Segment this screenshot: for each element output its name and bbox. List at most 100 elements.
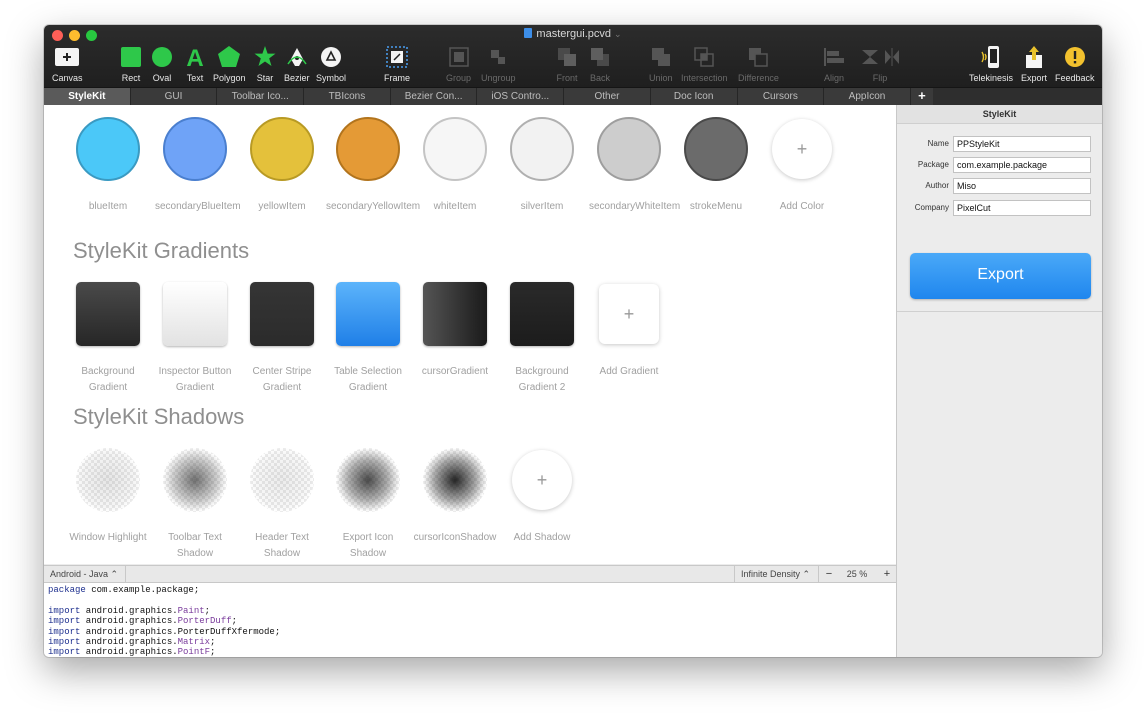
- back-tool[interactable]: Back: [589, 45, 611, 83]
- align-icon: [824, 47, 844, 66]
- export-toolbar-button[interactable]: Export: [1021, 45, 1047, 83]
- symbol-icon: [321, 46, 341, 67]
- warning-icon: [1064, 46, 1085, 67]
- color-swatch[interactable]: [597, 117, 661, 181]
- gradient-swatch[interactable]: [510, 282, 574, 346]
- gradient-label: Table Selection Gradient: [334, 366, 402, 393]
- union-icon: [651, 47, 670, 66]
- color-label: secondaryBlueItem: [155, 201, 241, 212]
- gradient-swatch[interactable]: [336, 282, 400, 346]
- app-window: mastergui.pcvd ⌄ Canvas Rect Oval A Text …: [44, 25, 1102, 657]
- gradient-swatch[interactable]: [76, 282, 140, 346]
- shadow-swatch[interactable]: [76, 448, 140, 512]
- front-icon: [558, 47, 576, 66]
- rect-tool[interactable]: Rect: [121, 45, 141, 83]
- color-label: strokeMenu: [689, 201, 743, 212]
- align-tool[interactable]: Align: [822, 45, 846, 83]
- color-swatch[interactable]: [510, 117, 574, 181]
- shadow-label: Window Highlight: [69, 532, 147, 543]
- difference-tool[interactable]: Difference: [738, 45, 779, 83]
- add-shadow-button[interactable]: +: [512, 450, 572, 510]
- back-icon: [591, 47, 609, 66]
- oval-tool[interactable]: Oval: [152, 45, 172, 83]
- add-gradient-item[interactable]: + Add Gradient: [577, 282, 681, 380]
- canvas-tool[interactable]: Canvas: [52, 45, 83, 83]
- company-row: Company PixelCut: [897, 200, 1102, 216]
- name-field[interactable]: PPStyleKit: [953, 136, 1091, 152]
- add-color-item[interactable]: + Add Color: [750, 117, 854, 215]
- language-select[interactable]: Android - Java ⌃: [44, 566, 126, 582]
- company-field[interactable]: PixelCut: [953, 200, 1091, 216]
- zoom-out-button[interactable]: −: [822, 566, 836, 582]
- color-swatch[interactable]: [684, 117, 748, 181]
- tab-cursors[interactable]: Cursors: [738, 88, 825, 105]
- add-tab-button[interactable]: +: [911, 88, 933, 105]
- shadow-swatch[interactable]: [250, 448, 314, 512]
- code-line: package com.example.package;: [48, 585, 200, 595]
- tab-ios-controls[interactable]: iOS Contro...: [477, 88, 565, 105]
- gradient-label: Background Gradient: [81, 366, 135, 393]
- tab-tbicons[interactable]: TBIcons: [304, 88, 391, 105]
- gradient-label: Background Gradient 2: [515, 366, 569, 393]
- polygon-tool[interactable]: Polygon: [213, 45, 246, 83]
- color-swatch[interactable]: [163, 117, 227, 181]
- tab-gui[interactable]: GUI: [131, 88, 218, 105]
- shadows-section-title: StyleKit Shadows: [73, 404, 245, 429]
- front-tool[interactable]: Front: [556, 45, 578, 83]
- rect-icon: [121, 46, 141, 67]
- bezier-tool[interactable]: Bezier: [284, 45, 310, 83]
- add-shadow-label: Add Shadow: [513, 532, 571, 543]
- add-color-button[interactable]: +: [772, 119, 832, 179]
- document-tabs: StyleKit GUI Toolbar Ico... TBIcons Bezi…: [44, 87, 1102, 105]
- star-tool[interactable]: Star: [254, 45, 276, 83]
- star-icon: [254, 46, 276, 66]
- stylekit-inspector: StyleKit Name PPStyleKit Package com.exa…: [896, 105, 1102, 657]
- color-swatch[interactable]: [250, 117, 314, 181]
- toolbar: mastergui.pcvd ⌄ Canvas Rect Oval A Text …: [44, 25, 1102, 87]
- ungroup-icon: [491, 49, 506, 64]
- frame-tool[interactable]: Frame: [384, 45, 410, 83]
- gradient-swatch[interactable]: [423, 282, 487, 346]
- plus-icon: [55, 47, 80, 66]
- share-icon: [1026, 45, 1042, 68]
- tab-appicon[interactable]: AppIcon: [824, 88, 911, 105]
- density-select[interactable]: Infinite Density ⌃: [734, 566, 819, 582]
- zoom-in-button[interactable]: +: [880, 566, 894, 582]
- tab-doc-icon[interactable]: Doc Icon: [651, 88, 738, 105]
- add-gradient-button[interactable]: +: [599, 284, 659, 344]
- author-field[interactable]: Miso: [953, 178, 1091, 194]
- gradient-swatch[interactable]: [250, 282, 314, 346]
- feedback-button[interactable]: Feedback: [1055, 45, 1095, 83]
- tab-bezier-controls[interactable]: Bezier Con...: [391, 88, 478, 105]
- gradient-swatch[interactable]: [163, 282, 227, 346]
- tab-other[interactable]: Other: [564, 88, 651, 105]
- group-tool[interactable]: Group: [446, 45, 471, 83]
- shadow-swatch[interactable]: [336, 448, 400, 512]
- flip-icon: [862, 47, 899, 66]
- shadow-swatch[interactable]: [423, 448, 487, 512]
- tab-stylekit[interactable]: StyleKit: [44, 88, 131, 105]
- add-shadow-item[interactable]: + Add Shadow: [490, 448, 594, 546]
- shadow-swatch[interactable]: [163, 448, 227, 512]
- code-line: import android.graphics.PorterDuffXfermo…: [48, 626, 281, 637]
- color-swatch[interactable]: [423, 117, 487, 181]
- telekinesis-button[interactable]: Telekinesis: [969, 45, 1013, 83]
- export-button[interactable]: Export: [910, 253, 1091, 299]
- intersection-tool[interactable]: Intersection: [681, 45, 728, 83]
- package-label: Package: [917, 160, 949, 169]
- tab-toolbar-icons[interactable]: Toolbar Ico...: [217, 88, 305, 105]
- code-view[interactable]: package com.example.package; import andr…: [44, 583, 896, 657]
- symbol-tool[interactable]: Symbol: [316, 45, 346, 83]
- code-line: import android.graphics.PointF;: [48, 647, 216, 657]
- union-tool[interactable]: Union: [649, 45, 673, 83]
- color-swatch[interactable]: [76, 117, 140, 181]
- package-field[interactable]: com.example.package: [953, 157, 1091, 173]
- ungroup-tool[interactable]: Ungroup: [481, 45, 516, 83]
- text-tool[interactable]: A Text: [185, 45, 205, 84]
- flip-tool[interactable]: Flip: [858, 45, 902, 83]
- color-swatch[interactable]: [336, 117, 400, 181]
- zoom-level: 25 %: [846, 569, 868, 579]
- color-label: blueItem: [88, 201, 128, 212]
- document-icon: [524, 28, 533, 38]
